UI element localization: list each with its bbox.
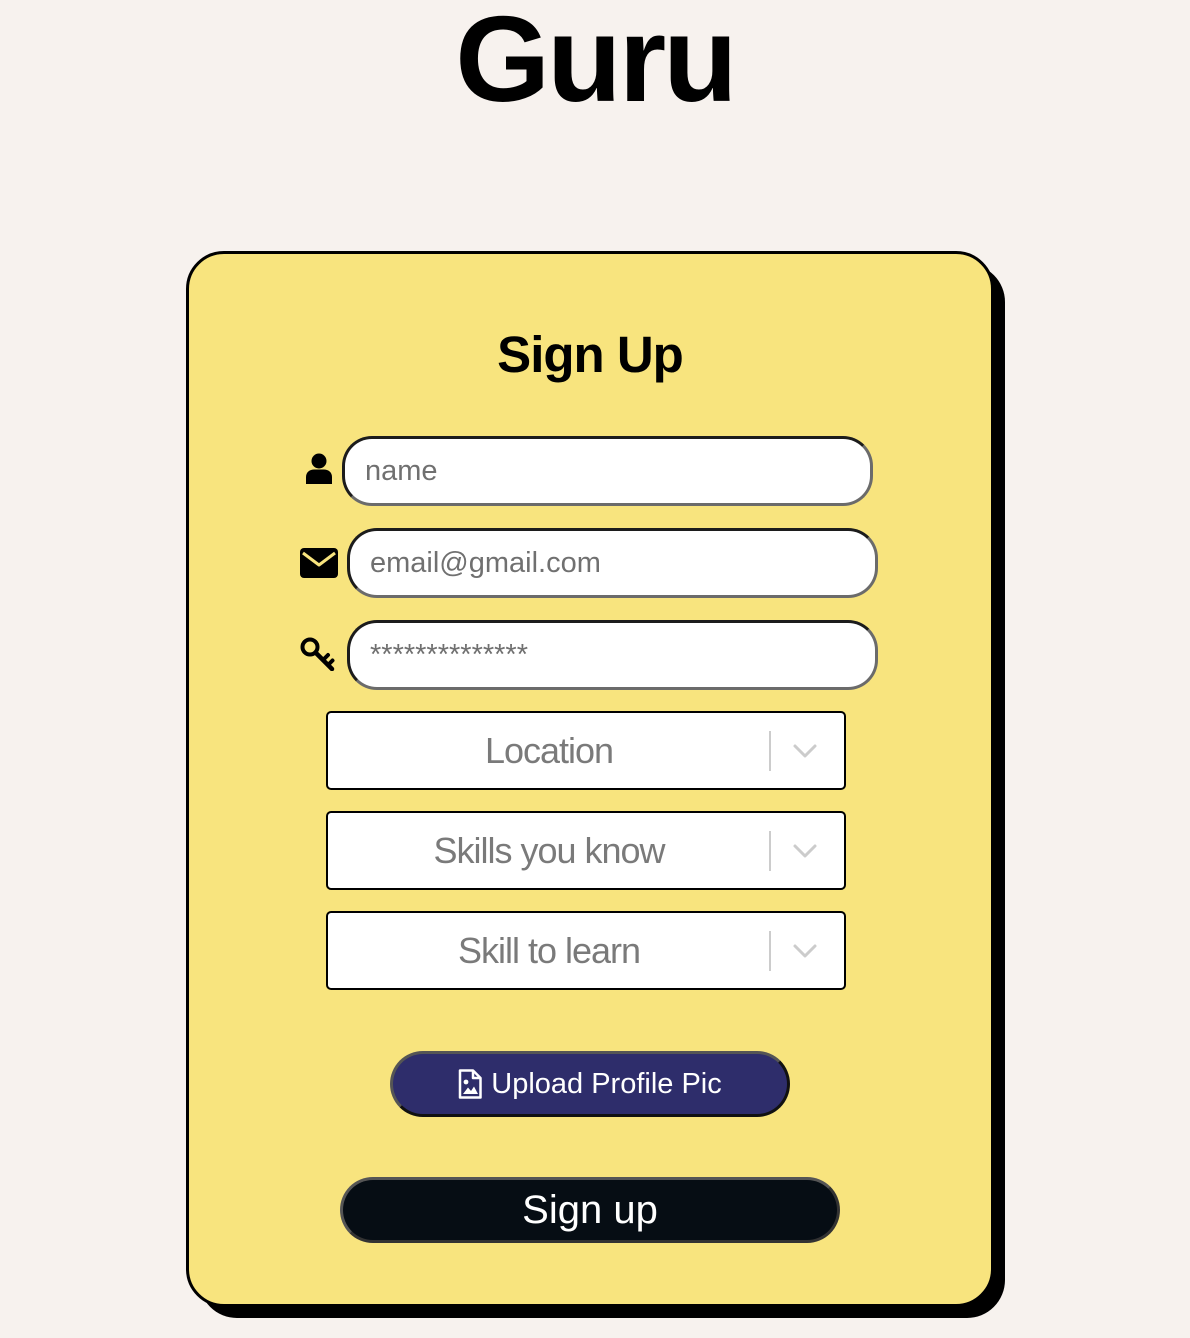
skill-to-learn-select[interactable]: Skill to learn	[326, 911, 846, 990]
select-separator	[769, 831, 771, 871]
upload-button-label: Upload Profile Pic	[491, 1067, 722, 1100]
chevron-down-icon[interactable]	[792, 840, 818, 862]
key-icon	[300, 637, 335, 671]
form-heading: Sign Up	[497, 326, 684, 383]
skills-known-select-placeholder: Skills you know	[433, 830, 665, 871]
envelope-icon	[300, 548, 338, 578]
select-separator	[769, 731, 771, 771]
user-icon	[306, 453, 332, 484]
skill-to-learn-select-placeholder: Skill to learn	[457, 930, 641, 971]
skills-known-select[interactable]: Skills you know	[326, 811, 846, 890]
chevron-down-icon[interactable]	[792, 740, 818, 762]
email-input[interactable]	[347, 528, 878, 598]
app-title: Guru	[455, 0, 737, 127]
location-select-placeholder: Location	[484, 730, 614, 771]
location-select[interactable]: Location	[326, 711, 846, 790]
password-input[interactable]	[347, 620, 878, 690]
select-separator	[769, 931, 771, 971]
upload-profile-pic-button[interactable]: Upload Profile Pic	[390, 1051, 790, 1117]
sign-up-button[interactable]: Sign up	[340, 1177, 840, 1243]
image-file-icon	[459, 1069, 482, 1099]
sign-up-button-label: Sign up	[522, 1187, 658, 1232]
chevron-down-icon[interactable]	[792, 940, 818, 962]
name-input[interactable]	[342, 436, 873, 506]
